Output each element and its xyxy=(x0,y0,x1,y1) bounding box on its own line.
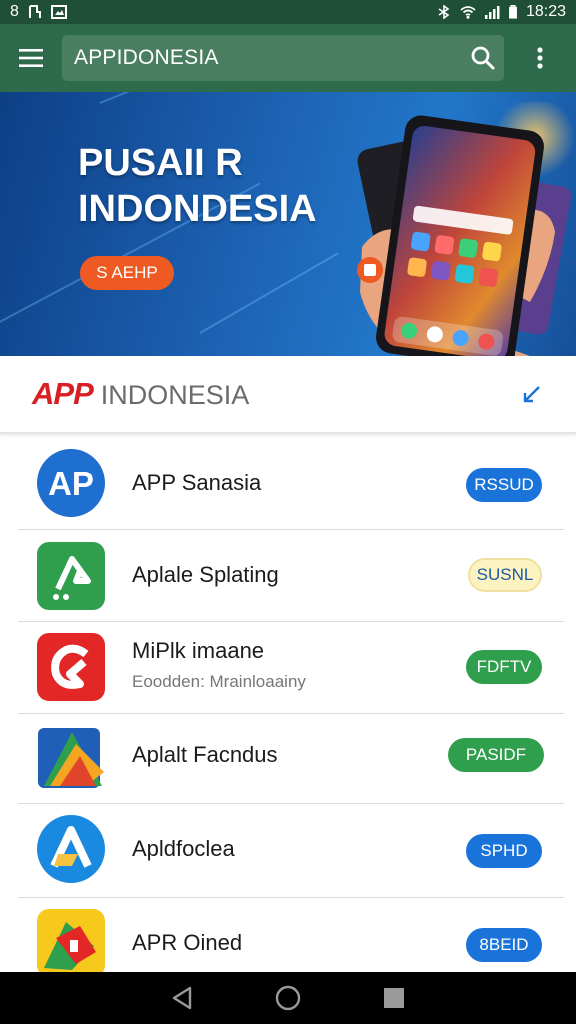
recents-square-icon[interactable] xyxy=(383,987,405,1009)
app-subtitle: Eoodden: Mrainloaainy xyxy=(132,672,306,691)
app-action-button[interactable]: FDFTV xyxy=(466,650,542,684)
home-circle-icon[interactable] xyxy=(275,985,301,1011)
app-name: MiPlk imaane xyxy=(132,638,265,663)
app-icon-red-c xyxy=(37,633,105,701)
app-icon-ap: AP xyxy=(37,449,105,517)
collapse-icon xyxy=(523,386,540,403)
list-item[interactable]: Aplale Splating SUSNL xyxy=(18,530,564,622)
brand-name: INDONESIA xyxy=(100,380,250,410)
app-action-button[interactable]: RSSUD xyxy=(466,468,542,502)
phone-illustration xyxy=(357,102,575,356)
app-bar: APPIDONESIA xyxy=(0,24,576,92)
app-action-button[interactable]: 8BEID xyxy=(466,928,542,962)
app-icon-green-arrow xyxy=(37,542,105,610)
app-icon-blue-a xyxy=(37,815,105,883)
list-item[interactable]: MiPlk imaane Eoodden: Mrainloaainy FDFTV xyxy=(18,622,564,714)
app-action-button[interactable]: SUSNL xyxy=(468,558,542,592)
app-name: APR Oined xyxy=(132,930,243,955)
list-item[interactable]: Apldfoclea SPHD xyxy=(18,804,564,898)
brand-logo: APP xyxy=(32,376,94,411)
search-input[interactable]: APPIDONESIA xyxy=(62,35,504,81)
wifi-icon xyxy=(460,6,476,19)
battery-icon xyxy=(509,5,517,19)
search-input-value: APPIDONESIA xyxy=(74,46,219,69)
more-options-button[interactable] xyxy=(504,24,576,92)
list-item[interactable]: Aplalt Facndus PASIDF xyxy=(18,714,564,804)
status-left-text: 8 xyxy=(10,3,19,20)
gallery-icon xyxy=(50,5,67,19)
banner-title-line1: PUSAII R xyxy=(78,142,243,184)
status-right: 18:23 xyxy=(436,3,566,21)
hamburger-icon xyxy=(19,49,43,67)
list-item[interactable]: AP APP Sanasia RSSUD xyxy=(18,436,564,530)
collapse-button[interactable] xyxy=(518,380,546,408)
banner-title: PUSAII R INDONDESIA xyxy=(78,140,317,232)
status-left: 8 xyxy=(10,3,67,21)
brand: APP INDONESIA xyxy=(32,376,249,412)
app-name: Apldfoclea xyxy=(132,836,235,861)
banner-light-streak xyxy=(199,252,340,334)
app-icon-yellow-play xyxy=(37,909,105,977)
promo-banner[interactable]: PUSAII R INDONDESIA S AEHP xyxy=(0,92,576,356)
banner-title-line2: INDONDESIA xyxy=(78,188,317,230)
app-name: Aplalt Facndus xyxy=(132,742,278,767)
signal-icon xyxy=(484,6,500,19)
app-list: AP APP Sanasia RSSUD Aplale Splating SUS… xyxy=(0,436,576,978)
list-item[interactable]: APR Oined 8BEID xyxy=(18,898,564,978)
app-icon-folder-triangle xyxy=(38,728,104,788)
app-name: Aplale Splating xyxy=(132,562,279,587)
notification-icon xyxy=(28,5,41,18)
bluetooth-icon xyxy=(438,5,450,19)
menu-button[interactable] xyxy=(0,24,62,92)
svg-text:AP: AP xyxy=(48,465,94,502)
status-bar: 8 18:23 xyxy=(0,0,576,24)
app-name: APP Sanasia xyxy=(132,470,262,495)
banner-cta-button[interactable]: S AEHP xyxy=(80,256,174,290)
section-header: APP INDONESIA xyxy=(0,356,576,434)
more-vert-icon xyxy=(537,47,543,69)
back-triangle-icon[interactable] xyxy=(171,986,193,1010)
status-time: 18:23 xyxy=(525,3,566,20)
app-action-button[interactable]: SPHD xyxy=(466,834,542,868)
search-icon[interactable] xyxy=(470,45,496,71)
app-action-button[interactable]: PASIDF xyxy=(448,738,544,772)
system-nav-bar xyxy=(0,972,576,1024)
